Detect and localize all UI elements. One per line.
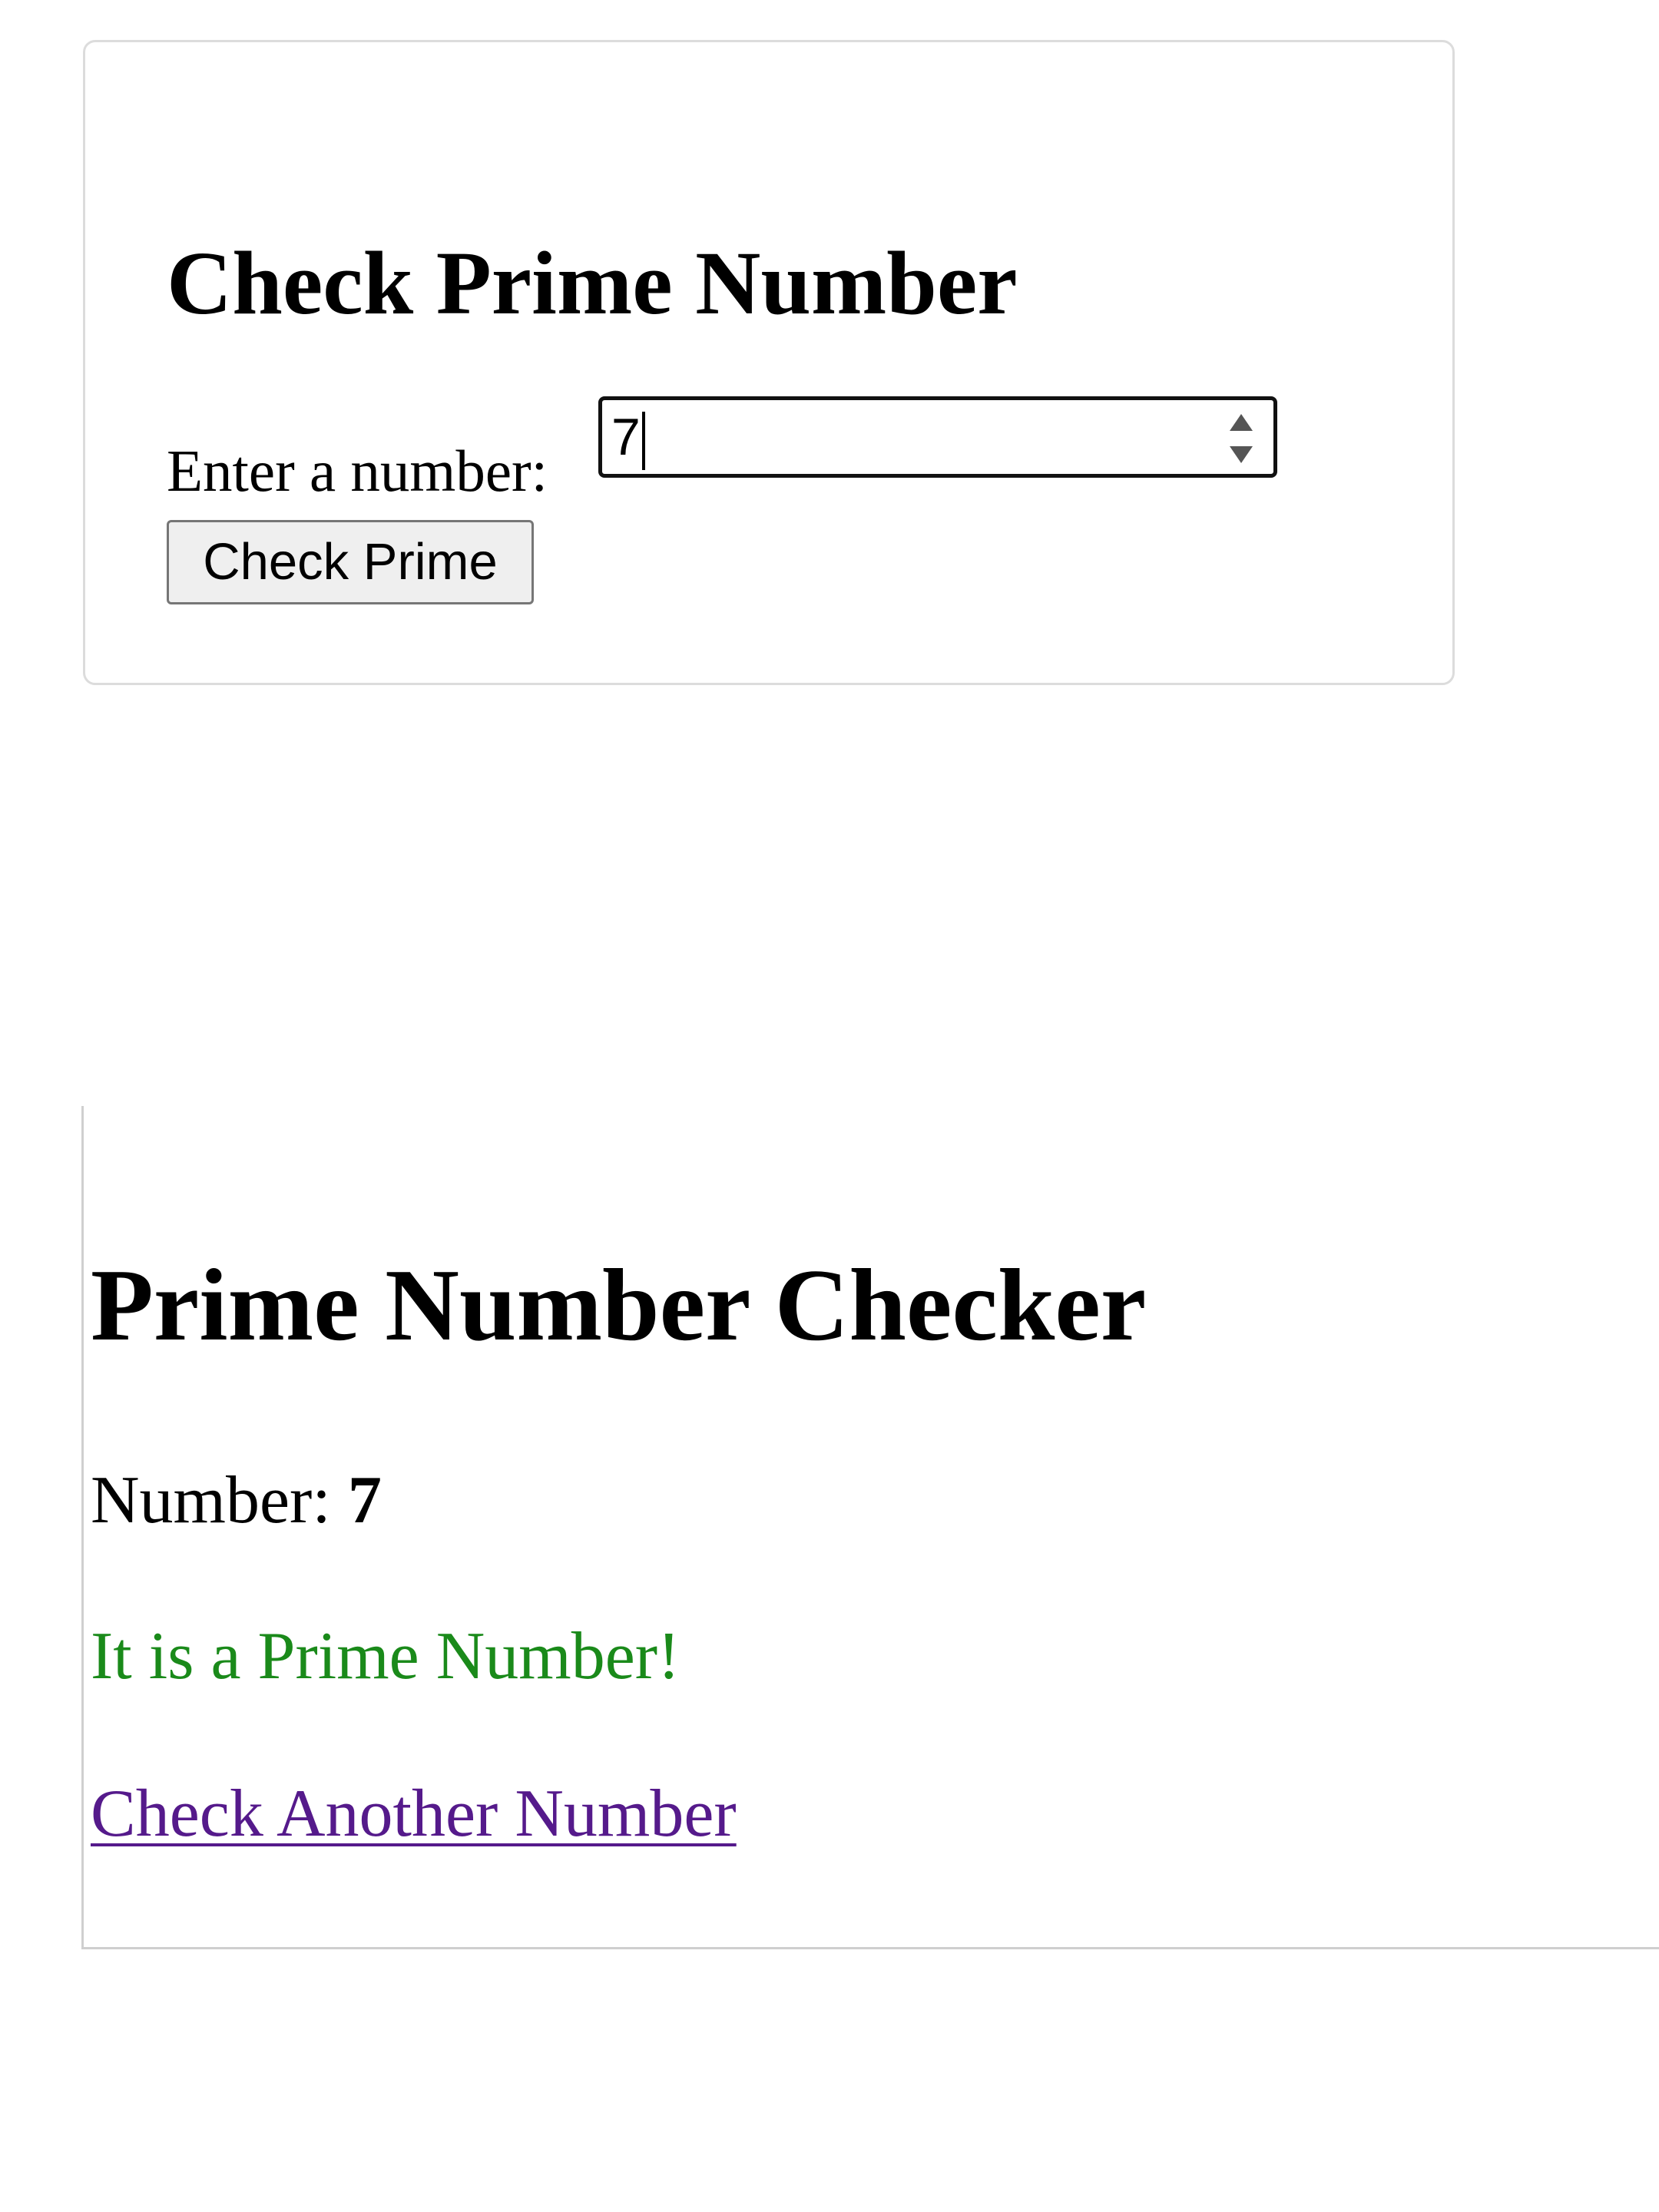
number-input-label: Enter a number:: [167, 438, 548, 504]
number-input-value[interactable]: 7: [611, 406, 645, 471]
prime-form-card: Check Prime Number Enter a number: 7 Che…: [83, 40, 1455, 685]
text-caret: [641, 412, 645, 471]
result-number-value: 7: [347, 1463, 382, 1538]
number-input[interactable]: 7: [598, 396, 1277, 478]
form-title: Check Prime Number: [167, 233, 1018, 333]
check-prime-button[interactable]: Check Prime: [167, 520, 534, 604]
spinner-down-arrow-icon: [1230, 446, 1253, 463]
result-title: Prime Number Checker: [91, 1248, 1147, 1362]
spinner-arrows-icon[interactable]: [1226, 408, 1257, 469]
result-number-line: Number: 7: [91, 1467, 382, 1535]
spinner-up-arrow-icon: [1230, 414, 1253, 431]
prime-result-message: It is a Prime Number!: [91, 1619, 680, 1694]
check-another-number-link[interactable]: Check Another Number: [91, 1780, 737, 1848]
result-number-label: Number:: [91, 1463, 331, 1538]
